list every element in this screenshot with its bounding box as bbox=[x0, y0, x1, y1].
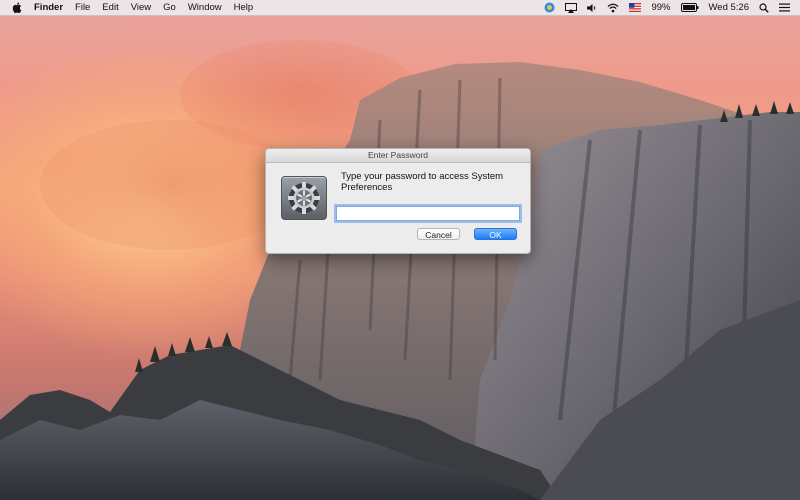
vpn-shield-icon[interactable] bbox=[544, 2, 555, 13]
password-dialog: Enter Password Type your password to acc… bbox=[265, 148, 531, 254]
menu-view[interactable]: View bbox=[131, 2, 151, 13]
menu-edit[interactable]: Edit bbox=[102, 2, 118, 13]
wifi-icon[interactable] bbox=[607, 3, 619, 13]
spotlight-search-icon[interactable] bbox=[759, 2, 769, 13]
battery-percent[interactable]: 99% bbox=[651, 2, 670, 13]
notification-center-icon[interactable] bbox=[779, 3, 790, 12]
menu-finder[interactable]: Finder bbox=[34, 2, 63, 13]
menu-window[interactable]: Window bbox=[188, 2, 222, 13]
system-preferences-gear-icon bbox=[281, 176, 327, 220]
battery-icon[interactable] bbox=[680, 3, 699, 12]
menu-file[interactable]: File bbox=[75, 2, 90, 13]
ok-button[interactable]: OK bbox=[474, 228, 517, 240]
apple-menu-icon[interactable] bbox=[12, 2, 24, 14]
menu-go[interactable]: Go bbox=[163, 2, 176, 13]
menu-bar: Finder File Edit View Go Window Help 99%… bbox=[0, 0, 800, 16]
dialog-message: Type your password to access System Pref… bbox=[341, 171, 504, 193]
flag-us-icon[interactable] bbox=[629, 3, 642, 12]
clock[interactable]: Wed 5:26 bbox=[709, 2, 750, 13]
airplay-display-icon[interactable] bbox=[565, 2, 578, 13]
volume-icon[interactable] bbox=[587, 3, 597, 13]
menu-help[interactable]: Help bbox=[234, 2, 254, 13]
status-area: 99% Wed 5:26 bbox=[544, 0, 800, 15]
password-input[interactable] bbox=[336, 206, 520, 221]
dialog-title: Enter Password bbox=[266, 149, 530, 163]
cancel-button[interactable]: Cancel bbox=[417, 228, 460, 240]
